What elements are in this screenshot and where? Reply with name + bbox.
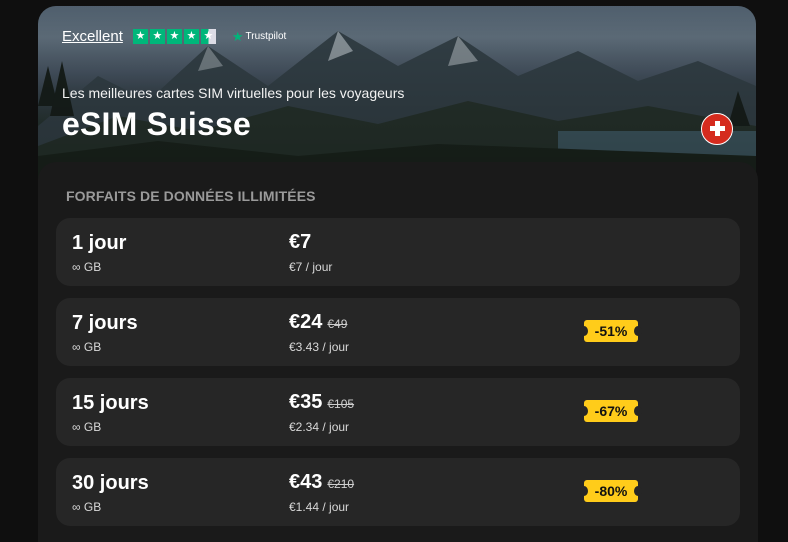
plan-price-per-day: €7 / jour <box>289 260 333 274</box>
page-title: eSIM Suisse <box>62 106 251 142</box>
trustpilot-label: Trustpilot <box>245 31 287 42</box>
plan-price: €7 <box>289 231 312 253</box>
plan-duration: 7 jours <box>72 312 138 334</box>
star-icon: ★ <box>183 29 199 44</box>
plan-old-price: €210 <box>327 477 355 491</box>
plan-price: €24 <box>289 311 323 333</box>
star-icon: ★ <box>149 29 165 44</box>
plan-data-amount: ∞ GB <box>72 260 102 274</box>
plan-data-amount: ∞ GB <box>72 500 102 514</box>
plan-data-amount: ∞ GB <box>72 420 102 434</box>
rating-label[interactable]: Excellent <box>62 28 123 45</box>
plan-card-7-days[interactable]: 7 jours ∞ GB €24 €49 €3.43 / jour -51% <box>56 298 740 366</box>
discount-badge: -67% <box>580 400 642 422</box>
plan-old-price: €49 <box>327 317 348 331</box>
hero-banner: Excellent ★ ★ ★ ★ ★ ★ Trustpilot Les mei… <box>38 6 756 181</box>
plan-card-15-days[interactable]: 15 jours ∞ GB €35 €105 €2.34 / jour -67% <box>56 378 740 446</box>
plan-old-price: €105 <box>327 397 355 411</box>
plans-section-label: FORFAITS DE DONNÉES ILLIMITÉES <box>66 188 316 204</box>
plan-price: €43 <box>289 471 323 493</box>
plan-price-row: €24 €49 <box>289 311 347 334</box>
discount-badge: -51% <box>580 320 642 342</box>
plan-data-amount: ∞ GB <box>72 340 102 354</box>
plan-price-per-day: €2.34 / jour <box>289 420 350 434</box>
plan-price-per-day: €3.43 / jour <box>289 340 350 354</box>
hero-subtitle: Les meilleures cartes SIM virtuelles pou… <box>62 85 405 101</box>
plan-price-row: €35 €105 <box>289 391 354 414</box>
plan-card-30-days[interactable]: 30 jours ∞ GB €43 €210 €1.44 / jour -80% <box>56 458 740 526</box>
plan-price-row: €43 €210 <box>289 471 354 494</box>
star-half-icon: ★ <box>200 29 216 44</box>
swiss-flag-icon <box>701 113 733 145</box>
plan-duration: 1 jour <box>72 232 127 254</box>
star-icon: ★ <box>166 29 182 44</box>
discount-badge: -80% <box>580 480 642 502</box>
plan-price-row: €7 <box>289 231 311 254</box>
trustpilot-logo[interactable]: ★ Trustpilot <box>232 29 286 45</box>
plan-duration: 30 jours <box>72 472 149 494</box>
plan-price-per-day: €1.44 / jour <box>289 500 350 514</box>
plan-card-1-day[interactable]: 1 jour ∞ GB €7 €7 / jour <box>56 218 740 286</box>
rating-stars: ★ ★ ★ ★ ★ <box>132 29 216 44</box>
trustpilot-star-icon: ★ <box>231 28 244 44</box>
plan-price: €35 <box>289 391 323 413</box>
plans-panel: FORFAITS DE DONNÉES ILLIMITÉES 1 jour ∞ … <box>38 162 758 542</box>
star-icon: ★ <box>132 29 148 44</box>
plan-duration: 15 jours <box>72 392 149 414</box>
trustpilot-rating[interactable]: Excellent ★ ★ ★ ★ ★ ★ Trustpilot <box>62 28 286 45</box>
